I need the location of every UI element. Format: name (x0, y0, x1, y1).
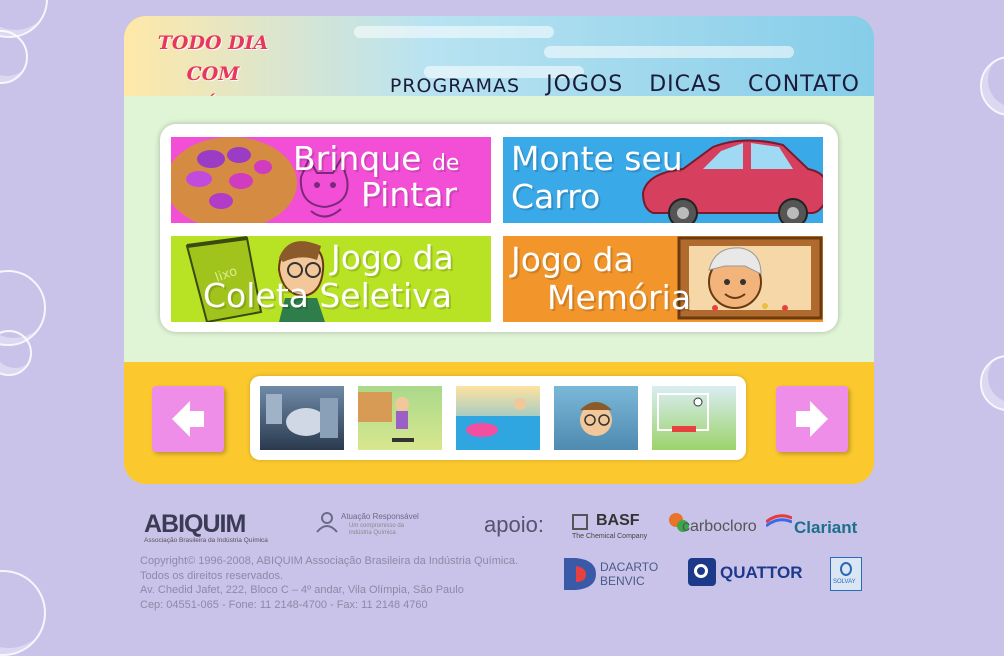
games-area: Brinque de Pintar Monte seu Carro lixo J… (124, 96, 874, 362)
game-title-line1: Jogo da (511, 240, 634, 279)
abiquim-name: ABIQUIM (144, 510, 246, 538)
bubble-decoration (980, 56, 1004, 116)
logo-line1: TODO DIA COM (157, 32, 269, 85)
dacarto-name-line1: DACARTO (600, 560, 659, 574)
game-tile-brinque-de-pintar[interactable]: Brinque de Pintar (171, 137, 491, 223)
thumbnail-soccer[interactable] (652, 386, 736, 450)
nav-jogos[interactable]: JOGOS (546, 72, 623, 97)
game-title-line1: Monte seu (511, 139, 683, 178)
bubble-decoration (0, 570, 46, 656)
abiquim-logo[interactable]: ABIQUIM Associação Brasileira da Indústr… (144, 510, 280, 544)
thumbnail-lab[interactable] (260, 386, 344, 450)
pool-scene-icon (456, 398, 540, 450)
main-card: TODO DIA COM A QUÍMICA PROGRAMAS JOGOS D… (124, 16, 874, 484)
carousel-next-button[interactable] (776, 386, 848, 452)
carbocloro-logo[interactable]: carbocloro (668, 512, 758, 538)
nav-programas[interactable]: PROGRAMAS (390, 72, 520, 97)
game-title-line2: Pintar (361, 175, 457, 214)
hands-icon (316, 512, 338, 533)
dacarto-mark-icon (564, 558, 596, 590)
atuacao-title: Atuação Responsável (341, 512, 419, 521)
bubble-decoration (980, 355, 1004, 411)
footer-contact: Cep: 04551-065 - Fone: 11 2148-4700 - Fa… (140, 598, 428, 611)
skate-scene-icon (358, 392, 414, 442)
header: TODO DIA COM A QUÍMICA PROGRAMAS JOGOS D… (124, 16, 874, 116)
clariant-mark-icon (766, 514, 792, 528)
game-title-line1: Brinque (293, 139, 422, 178)
carbocloro-name: carbocloro (682, 518, 757, 535)
game-title-line2: Coleta Seletiva (203, 276, 452, 315)
cloud-decoration (544, 46, 794, 58)
main-nav: PROGRAMAS JOGOS DICAS CONTATO (390, 72, 860, 97)
clariant-name: Clariant (794, 518, 858, 537)
thumbnail-pool[interactable] (456, 386, 540, 450)
lab-scene-icon (266, 394, 338, 438)
game-tile-coleta-seletiva[interactable]: lixo Jogo da Coleta Seletiva (171, 236, 491, 322)
bubble-decoration (0, 30, 28, 84)
quattor-logo[interactable]: QUATTOR (688, 558, 803, 588)
quattor-mark-dot (694, 564, 708, 578)
solvay-logo[interactable]: SOLVAY (830, 557, 862, 591)
game-title-line2: Memória (547, 278, 692, 317)
basf-square-icon (572, 514, 588, 530)
basf-subtitle: The Chemical Company (572, 533, 648, 540)
nav-contato[interactable]: CONTATO (748, 72, 860, 97)
thumbnail-skate[interactable] (358, 386, 442, 450)
arrow-left-icon (172, 401, 204, 437)
footer-rights: Todos os direitos reservados. (140, 569, 284, 582)
game-title-suffix: de (431, 151, 460, 176)
carousel-prev-button[interactable] (152, 386, 224, 452)
soccer-scene-icon (657, 393, 709, 432)
game-title-line2: Carro (511, 177, 601, 216)
shower-scene-icon (580, 402, 612, 436)
game-tile-jogo-da-memoria[interactable]: Jogo da Memória (503, 236, 823, 322)
dacarto-name-line2: BENVIC (600, 574, 645, 588)
frame-boy-illustration-icon (677, 236, 823, 320)
dacarto-benvic-logo[interactable]: DACARTO BENVIC (562, 556, 662, 592)
thumbnail-shower[interactable] (554, 386, 638, 450)
abiquim-subtitle: Associação Brasileira da Indústria Quími… (144, 537, 268, 544)
nav-dicas[interactable]: DICAS (649, 72, 722, 97)
atuacao-sub2: indústria Química (349, 530, 396, 536)
apoio-label: apoio: (484, 512, 544, 537)
footer-info: Copyright© 1996-2008, ABIQUIM Associação… (140, 554, 518, 612)
quattor-name: QUATTOR (720, 563, 803, 582)
solvay-emblem-icon (840, 562, 852, 576)
footer-address: Av. Chedid Jafet, 222, Bloco C – 4º anda… (140, 584, 464, 596)
carousel-bar (124, 362, 874, 484)
cloud-decoration (354, 26, 554, 38)
clariant-logo[interactable]: Clariant (766, 512, 860, 538)
solvay-name: SOLVAY (833, 579, 856, 585)
atuacao-sub1: Um compromisso da (349, 523, 405, 529)
game-title-line1: Jogo da (331, 238, 454, 277)
arrow-right-icon (796, 401, 828, 437)
game-tile-monte-seu-carro[interactable]: Monte seu Carro (503, 137, 823, 223)
games-panel: Brinque de Pintar Monte seu Carro lixo J… (160, 124, 838, 332)
footer-copyright: Copyright© 1996-2008, ABIQUIM Associação… (140, 555, 519, 567)
basf-name: BASF (596, 512, 640, 529)
basf-logo[interactable]: BASF The Chemical Company (572, 512, 656, 544)
thumbnail-strip (250, 376, 746, 460)
